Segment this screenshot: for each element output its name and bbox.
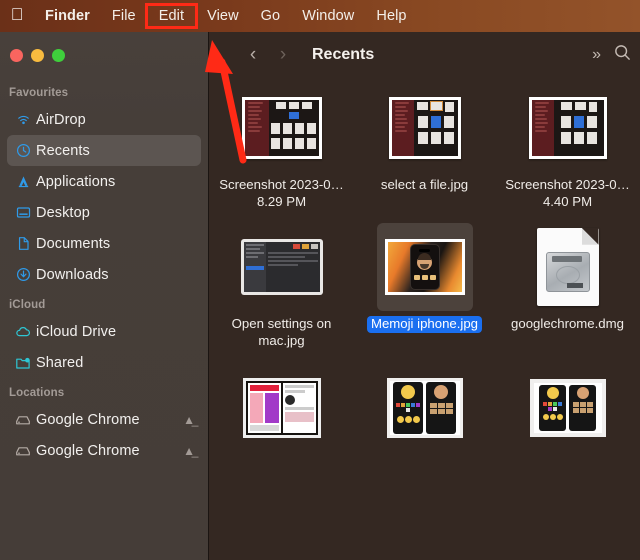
sidebar-section-icloud-header: iCloud [0, 290, 208, 316]
sidebar-item-label: Recents [36, 143, 90, 159]
sidebar-item-desktop[interactable]: Desktop [7, 197, 201, 228]
two-iphones-memoji-thumb [387, 378, 463, 438]
sidebar-item-documents[interactable]: Documents [7, 228, 201, 259]
shared-folder-icon [10, 355, 36, 371]
finder-window: Favourites AirDrop Recents Applications [0, 32, 640, 560]
sidebar-item-airdrop[interactable]: AirDrop [7, 104, 201, 135]
finder-screenshot-thumb [242, 97, 322, 159]
sidebar-item-label: Downloads [36, 267, 109, 283]
back-button[interactable]: ‹ [238, 44, 268, 66]
sidebar-item-label: Applications [36, 174, 115, 190]
sidebar-section-favourites-header: Favourites [0, 78, 208, 104]
file-label: Memoji iphone.jpg [367, 316, 482, 333]
thumbnail-wrap [210, 221, 353, 313]
disk-icon [10, 443, 36, 459]
file-item-memoji-iphone[interactable]: Memoji iphone.jpg [353, 221, 496, 350]
menu-item-finder[interactable]: Finder [34, 5, 101, 27]
file-row [210, 362, 640, 454]
clock-icon [10, 143, 36, 158]
file-item-select-a-file[interactable]: select a file.jpg [353, 82, 496, 211]
finder-content: ‹ › Recents » [210, 32, 640, 560]
sidebar-item-label: Google Chrome [36, 412, 140, 428]
thumbnail-wrap [210, 362, 353, 454]
file-item-two-iphones-2[interactable] [496, 362, 639, 454]
close-button[interactable] [10, 49, 23, 62]
sidebar-item-recents[interactable]: Recents [7, 135, 201, 166]
sidebar-item-applications[interactable]: Applications [7, 166, 201, 197]
thumbnail-wrap [353, 362, 496, 454]
macbook-settings-thumb [241, 239, 323, 295]
search-icon[interactable] [613, 43, 632, 67]
desktop-icon [10, 205, 36, 220]
file-row: Screenshot 2023-0…8.29 PM [210, 82, 640, 211]
file-item-open-settings[interactable]: Open settings on mac.jpg [210, 221, 353, 350]
two-iphones-memoji-thumb [530, 379, 606, 437]
file-item-googlechrome-dmg[interactable]: googlechrome.dmg [496, 221, 639, 350]
file-item-two-iphones-1[interactable] [353, 362, 496, 454]
sidebar-item-label: Desktop [36, 205, 90, 221]
cloud-icon [10, 324, 36, 340]
document-icon [10, 236, 36, 251]
forward-button[interactable]: › [268, 44, 298, 66]
file-item-screenshot-1[interactable]: Screenshot 2023-0…8.29 PM [210, 82, 353, 211]
menu-item-edit[interactable]: Edit [147, 5, 196, 27]
sidebar-item-label: Google Chrome [36, 443, 140, 459]
file-label: Screenshot 2023-0…8.29 PM [218, 177, 346, 211]
sidebar-item-label: Shared [36, 355, 83, 371]
page-title: Recents [312, 46, 374, 64]
dmg-disk-image-icon [537, 228, 599, 306]
airdrop-icon [10, 112, 36, 127]
thumbnail-wrap [210, 82, 353, 174]
download-icon [10, 267, 36, 282]
window-controls [0, 32, 208, 78]
minimize-button[interactable] [31, 49, 44, 62]
screen:  Finder File Edit View Go Window Help F… [0, 0, 640, 560]
file-item-screenshot-2[interactable]: Screenshot 2023-0…4.40 PM [496, 82, 639, 211]
thumbnail-wrap [353, 221, 496, 313]
finder-sidebar: Favourites AirDrop Recents Applications [0, 32, 209, 560]
macos-menu-bar:  Finder File Edit View Go Window Help [0, 0, 640, 32]
sidebar-item-google-chrome-1[interactable]: Google Chrome ▲̲ [7, 404, 201, 435]
finder-screenshot-thumb [529, 97, 607, 159]
apple-logo-icon[interactable]:  [0, 6, 34, 26]
toolbar-right-group: » [592, 43, 632, 67]
file-item-ipad-split[interactable] [210, 362, 353, 454]
thumbnail-wrap [496, 82, 639, 174]
disk-icon [10, 412, 36, 428]
eject-icon[interactable]: ▲̲ [183, 444, 195, 458]
more-toolbar-items-icon[interactable]: » [592, 46, 599, 64]
menu-item-go[interactable]: Go [250, 5, 292, 27]
sidebar-item-icloud-drive[interactable]: iCloud Drive [7, 316, 201, 347]
eject-icon[interactable]: ▲̲ [183, 413, 195, 427]
sidebar-item-label: Documents [36, 236, 110, 252]
sidebar-section-locations-header: Locations [0, 378, 208, 404]
thumbnail-wrap [353, 82, 496, 174]
selection-highlight [377, 223, 473, 311]
sidebar-item-label: iCloud Drive [36, 324, 116, 340]
menu-item-window[interactable]: Window [291, 5, 365, 27]
menu-item-view[interactable]: View [196, 5, 250, 27]
file-label: select a file.jpg [381, 177, 468, 194]
sidebar-item-label: AirDrop [36, 112, 86, 128]
finder-screenshot-thumb [389, 97, 461, 159]
file-label: Open settings on mac.jpg [218, 316, 346, 350]
sidebar-item-google-chrome-2[interactable]: Google Chrome ▲̲ [7, 435, 201, 466]
file-label: googlechrome.dmg [511, 316, 624, 333]
menu-item-help[interactable]: Help [365, 5, 417, 27]
file-row: Open settings on mac.jpg [210, 221, 640, 350]
ipad-split-view-thumb [243, 378, 321, 438]
applications-icon [10, 174, 36, 189]
file-grid: Screenshot 2023-0…8.29 PM [210, 78, 640, 560]
finder-toolbar: ‹ › Recents » [210, 32, 640, 78]
zoom-button[interactable] [52, 49, 65, 62]
thumbnail-wrap [496, 362, 639, 454]
sidebar-item-shared[interactable]: Shared [7, 347, 201, 378]
memoji-iphone-thumb [385, 239, 465, 295]
menu-item-file[interactable]: File [101, 5, 147, 27]
thumbnail-wrap [496, 221, 639, 313]
file-label: Screenshot 2023-0…4.40 PM [504, 177, 632, 211]
sidebar-item-downloads[interactable]: Downloads [7, 259, 201, 290]
